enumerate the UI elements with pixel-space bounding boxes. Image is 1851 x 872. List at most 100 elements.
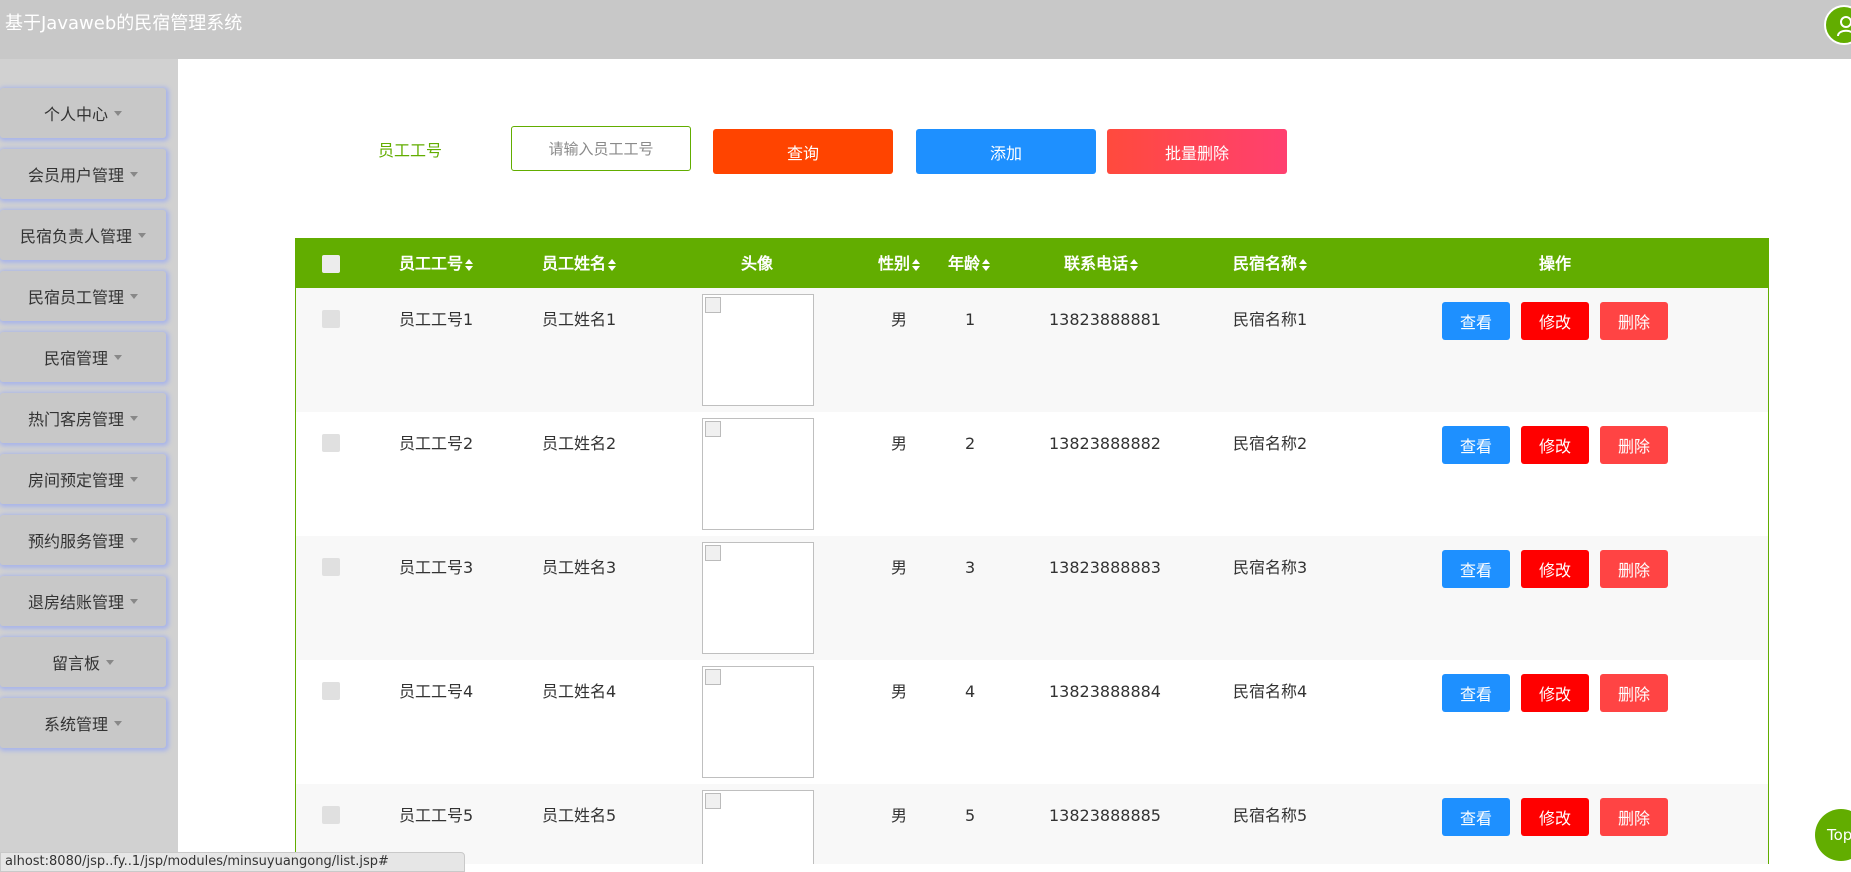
edit-button[interactable]: 修改 xyxy=(1521,550,1589,588)
column-header-gender[interactable]: 性别 xyxy=(878,239,921,288)
sidebar-item-label: 热门客房管理 xyxy=(27,410,124,429)
cell-emp-no: 员工工号2 xyxy=(399,434,474,453)
avatar-image xyxy=(702,294,814,406)
sidebar-item-member-users[interactable]: 会员用户管理 xyxy=(0,149,166,199)
cell-phone: 13823888884 xyxy=(1049,682,1161,701)
app-title: 基于Javaweb的民宿管理系统 xyxy=(5,13,243,34)
sidebar-item-label: 预约服务管理 xyxy=(27,532,124,551)
caret-down-icon xyxy=(130,598,138,604)
cell-age: 5 xyxy=(965,806,976,825)
sidebar-item-label: 房间预定管理 xyxy=(27,471,124,490)
column-header-emp-name[interactable]: 员工姓名 xyxy=(542,239,617,288)
row-checkbox[interactable] xyxy=(322,682,340,700)
column-header-phone[interactable]: 联系电话 xyxy=(1064,239,1139,288)
cell-emp-name: 员工姓名5 xyxy=(542,806,617,825)
view-button[interactable]: 查看 xyxy=(1442,798,1510,836)
row-checkbox[interactable] xyxy=(322,434,340,452)
delete-button[interactable]: 删除 xyxy=(1600,550,1668,588)
delete-button[interactable]: 删除 xyxy=(1600,674,1668,712)
sort-icon xyxy=(1130,258,1139,271)
batch-delete-button[interactable]: 批量删除 xyxy=(1107,129,1287,174)
view-button[interactable]: 查看 xyxy=(1442,550,1510,588)
broken-image-icon xyxy=(705,793,721,809)
edit-button[interactable]: 修改 xyxy=(1521,798,1589,836)
user-avatar-button[interactable] xyxy=(1824,5,1851,45)
add-button[interactable]: 添加 xyxy=(916,129,1096,174)
cell-emp-name: 员工姓名2 xyxy=(542,434,617,453)
table-row: 员工工号4 员工姓名4 男 4 13823888884 民宿名称4 查看 修改 … xyxy=(296,660,1768,784)
delete-button[interactable]: 删除 xyxy=(1600,798,1668,836)
select-all-checkbox[interactable] xyxy=(322,255,340,273)
sidebar-item-label: 民宿员工管理 xyxy=(27,288,124,307)
caret-down-icon xyxy=(114,720,122,726)
cell-phone: 13823888882 xyxy=(1049,434,1161,453)
cell-emp-no: 员工工号1 xyxy=(399,310,474,329)
cell-phone: 13823888885 xyxy=(1049,806,1161,825)
column-header-age[interactable]: 年龄 xyxy=(948,239,991,288)
column-header-homestay[interactable]: 民宿名称 xyxy=(1233,239,1308,288)
column-header-actions: 操作 xyxy=(1539,254,1572,273)
caret-down-icon xyxy=(114,354,122,360)
avatar-image xyxy=(702,418,814,530)
column-header-avatar: 头像 xyxy=(741,254,774,273)
sidebar-item-personal-center[interactable]: 个人中心 xyxy=(0,88,166,138)
user-icon xyxy=(1837,16,1851,37)
caret-down-icon xyxy=(130,293,138,299)
view-button[interactable]: 查看 xyxy=(1442,426,1510,464)
sort-icon xyxy=(982,258,991,271)
cell-age: 3 xyxy=(965,558,976,577)
sort-icon xyxy=(1299,258,1308,271)
edit-button[interactable]: 修改 xyxy=(1521,426,1589,464)
staff-table: 员工工号 员工姓名 头像 性别 年龄 联系电话 民宿名称 操作 员工工号1 员工… xyxy=(295,238,1769,864)
cell-emp-no: 员工工号3 xyxy=(399,558,474,577)
sidebar-item-label: 系统管理 xyxy=(43,715,108,734)
sidebar-item-homestay[interactable]: 民宿管理 xyxy=(0,332,166,382)
sidebar-item-label: 会员用户管理 xyxy=(27,166,124,185)
cell-emp-name: 员工姓名4 xyxy=(542,682,617,701)
caret-down-icon xyxy=(138,232,146,238)
cell-homestay: 民宿名称3 xyxy=(1233,558,1308,577)
delete-button[interactable]: 删除 xyxy=(1600,302,1668,340)
sidebar-item-hot-rooms[interactable]: 热门客房管理 xyxy=(0,393,166,443)
cell-emp-no: 员工工号4 xyxy=(399,682,474,701)
search-input[interactable] xyxy=(511,126,691,171)
table-row: 员工工号3 员工姓名3 男 3 13823888883 民宿名称3 查看 修改 … xyxy=(296,536,1768,660)
top-header: 基于Javaweb的民宿管理系统 xyxy=(0,0,1851,59)
query-button[interactable]: 查询 xyxy=(713,129,893,174)
sidebar-item-label: 留言板 xyxy=(51,654,100,673)
delete-button[interactable]: 删除 xyxy=(1600,426,1668,464)
cell-age: 4 xyxy=(965,682,976,701)
broken-image-icon xyxy=(705,545,721,561)
cell-gender: 男 xyxy=(891,310,908,329)
sidebar-item-system[interactable]: 系统管理 xyxy=(0,698,166,748)
cell-gender: 男 xyxy=(891,806,908,825)
sidebar-item-homestay-staff[interactable]: 民宿员工管理 xyxy=(0,271,166,321)
row-checkbox[interactable] xyxy=(322,310,340,328)
browser-status-bar: alhost:8080/jsp..fy..1/jsp/modules/minsu… xyxy=(0,852,465,872)
caret-down-icon xyxy=(114,110,122,116)
cell-homestay: 民宿名称5 xyxy=(1233,806,1308,825)
sidebar-item-room-booking[interactable]: 房间预定管理 xyxy=(0,454,166,504)
row-checkbox[interactable] xyxy=(322,806,340,824)
sort-icon xyxy=(912,258,921,271)
cell-age: 1 xyxy=(965,310,976,329)
cell-emp-name: 员工姓名3 xyxy=(542,558,617,577)
row-checkbox[interactable] xyxy=(322,558,340,576)
sidebar-item-service-booking[interactable]: 预约服务管理 xyxy=(0,515,166,565)
edit-button[interactable]: 修改 xyxy=(1521,674,1589,712)
column-header-emp-no[interactable]: 员工工号 xyxy=(399,239,474,288)
cell-gender: 男 xyxy=(891,682,908,701)
avatar-image xyxy=(702,790,814,864)
table-row: 员工工号5 员工姓名5 男 5 13823888885 民宿名称5 查看 修改 … xyxy=(296,784,1768,864)
avatar-image xyxy=(702,542,814,654)
sidebar-item-message-board[interactable]: 留言板 xyxy=(0,637,166,687)
view-button[interactable]: 查看 xyxy=(1442,674,1510,712)
sidebar-item-homestay-managers[interactable]: 民宿负责人管理 xyxy=(0,210,166,260)
cell-homestay: 民宿名称1 xyxy=(1233,310,1308,329)
view-button[interactable]: 查看 xyxy=(1442,302,1510,340)
broken-image-icon xyxy=(705,297,721,313)
sort-icon xyxy=(465,258,474,271)
sidebar-item-checkout[interactable]: 退房结账管理 xyxy=(0,576,166,626)
cell-phone: 13823888883 xyxy=(1049,558,1161,577)
edit-button[interactable]: 修改 xyxy=(1521,302,1589,340)
